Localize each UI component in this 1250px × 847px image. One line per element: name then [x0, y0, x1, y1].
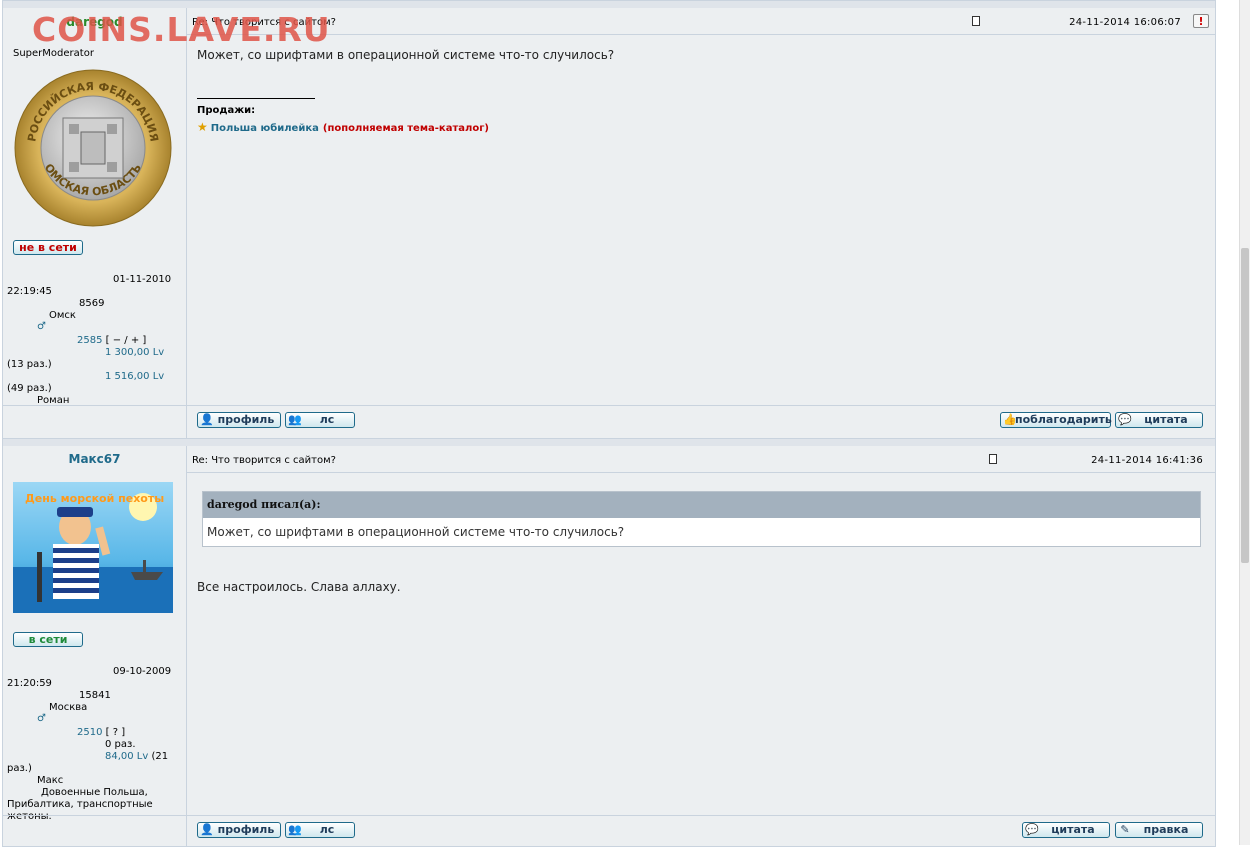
signature-item: ★ Польша юбилейка (пополняемая тема-катало…: [197, 120, 489, 134]
post-header: Re: Что творится с сайтом? 24-11-2014 16…: [187, 8, 1215, 35]
quote-button-label: цитата: [1051, 823, 1095, 836]
reputation-controls[interactable]: [ ? ]: [106, 727, 125, 738]
status-offline-badge: не в сети: [13, 240, 83, 255]
post-text: Все настроилось. Слава аллаху.: [197, 580, 401, 594]
star-icon: ★: [197, 120, 208, 134]
reputation-value[interactable]: 2510: [77, 727, 102, 738]
thank-button-label: поблагодарить: [1015, 413, 1112, 426]
avatar-caption: День морской пехоты: [25, 492, 164, 505]
post-content: Re: Что творится с сайтом? 24-11-2014 16…: [187, 446, 1215, 846]
thanks-received-times: (49 раз.): [7, 383, 52, 394]
pm-button-label: лс: [319, 413, 335, 426]
edit-button-label: правка: [1143, 823, 1189, 836]
post-subject[interactable]: Re: Что творится с сайтом?: [192, 455, 336, 466]
post-content: Re: Что творится с сайтом? 24-11-2014 16…: [187, 8, 1215, 438]
post-text: Может, со шрифтами в операционной систем…: [197, 48, 615, 62]
thanks-received-times: (21: [151, 751, 169, 762]
profile-button-label: профиль: [217, 823, 275, 836]
post-datetime: 24-11-2014 16:06:07: [1069, 17, 1181, 28]
quote-button[interactable]: 💬 цитата: [1115, 412, 1203, 428]
post-1: daregod SuperModerator РОССИЙСКАЯ ФЕДЕРА…: [2, 0, 1216, 439]
scrollbar-thumb[interactable]: [1241, 248, 1249, 563]
post-count: 8569: [79, 298, 105, 309]
pm-button[interactable]: 👥 лс: [285, 822, 355, 838]
thanks-received: 84,00 Lv (21: [105, 751, 168, 762]
male-gender-icon: ♂: [37, 713, 46, 724]
signature-note: (пополняемая тема-каталог): [322, 123, 489, 134]
profile-button[interactable]: 👤 профиль: [197, 822, 281, 838]
signature-title: Продажи:: [197, 105, 256, 116]
thanks-received-times-cont: раз.): [7, 763, 32, 774]
reputation: 2510 [ ? ]: [77, 727, 125, 738]
author-city: Омск: [49, 310, 76, 321]
post-datetime: 24-11-2014 16:41:36: [1091, 455, 1203, 466]
quote-button[interactable]: 💬 цитата: [1022, 822, 1110, 838]
author-city: Москва: [49, 702, 88, 713]
author-interests-2: Прибалтика, транспортные: [7, 799, 153, 810]
reg-date: 01-11-2010: [113, 274, 172, 285]
signature-divider: [197, 98, 315, 99]
author-real-name: Макс: [37, 775, 64, 786]
profile-button[interactable]: 👤 профиль: [197, 412, 281, 428]
post-2: Макс67 День морской пехоты в сети 09-10-…: [2, 438, 1216, 847]
author-interests-1: Довоенные Польша,: [41, 787, 148, 798]
reg-time: 22:19:45: [7, 286, 52, 297]
status-online-badge: в сети: [13, 632, 83, 647]
author-rank: SuperModerator: [13, 48, 94, 59]
profile-button-label: профиль: [217, 413, 275, 426]
male-gender-icon: ♂: [37, 321, 46, 332]
site-watermark: COINS.LAVE.RU: [32, 10, 331, 49]
report-icon[interactable]: !: [1193, 14, 1209, 28]
permalink-icon[interactable]: [972, 16, 980, 26]
avatar-sailor: День морской пехоты: [13, 482, 173, 613]
reputation: 2585 [ − / + ]: [77, 335, 146, 346]
post-actions-bar: 👤 профиль 👥 лс 💬 цитата ✎ правка: [3, 815, 1215, 842]
pm-button[interactable]: 👥 лс: [285, 412, 355, 428]
forum-page: daregod SuperModerator РОССИЙСКАЯ ФЕДЕРА…: [0, 0, 1240, 847]
avatar-coin: РОССИЙСКАЯ ФЕДЕРАЦИЯ ОМСКАЯ ОБЛАСТЬ: [14, 69, 172, 227]
post-actions-bar: 👤 профиль 👥 лс 👍 поблагодарить 💬 цитата: [3, 405, 1215, 432]
author-name[interactable]: Макс67: [3, 452, 186, 466]
thanks-given-times: (13 раз.): [7, 359, 52, 370]
pm-button-label: лс: [319, 823, 335, 836]
edit-button[interactable]: ✎ правка: [1115, 822, 1203, 838]
quote-button-label: цитата: [1144, 413, 1188, 426]
thanks-received[interactable]: 1 516,00 Lv: [105, 371, 164, 382]
page-scrollbar[interactable]: [1239, 0, 1250, 845]
quote-block: daregod писал(а): Может, со шрифтами в о…: [202, 491, 1201, 547]
reputation-value[interactable]: 2585: [77, 335, 102, 346]
signature-link[interactable]: Польша юбилейка: [211, 123, 319, 134]
thanks-given-times: 0 раз.: [105, 739, 136, 750]
thanks-given[interactable]: 1 300,00 Lv: [105, 347, 164, 358]
thanks-received-value[interactable]: 84,00 Lv: [105, 751, 148, 762]
reg-time: 21:20:59: [7, 678, 52, 689]
author-panel: Макс67 День морской пехоты в сети 09-10-…: [3, 446, 187, 846]
quote-author: daregod писал(а):: [203, 492, 1200, 518]
quote-text: Может, со шрифтами в операционной систем…: [207, 525, 625, 539]
reg-date: 09-10-2009: [113, 666, 172, 677]
thank-button[interactable]: 👍 поблагодарить: [1000, 412, 1112, 428]
post-count: 15841: [79, 690, 111, 701]
author-panel: daregod SuperModerator РОССИЙСКАЯ ФЕДЕРА…: [3, 8, 187, 438]
reputation-controls[interactable]: [ − / + ]: [106, 335, 147, 346]
permalink-icon[interactable]: [989, 454, 997, 464]
post-header: Re: Что творится с сайтом? 24-11-2014 16…: [187, 446, 1215, 473]
